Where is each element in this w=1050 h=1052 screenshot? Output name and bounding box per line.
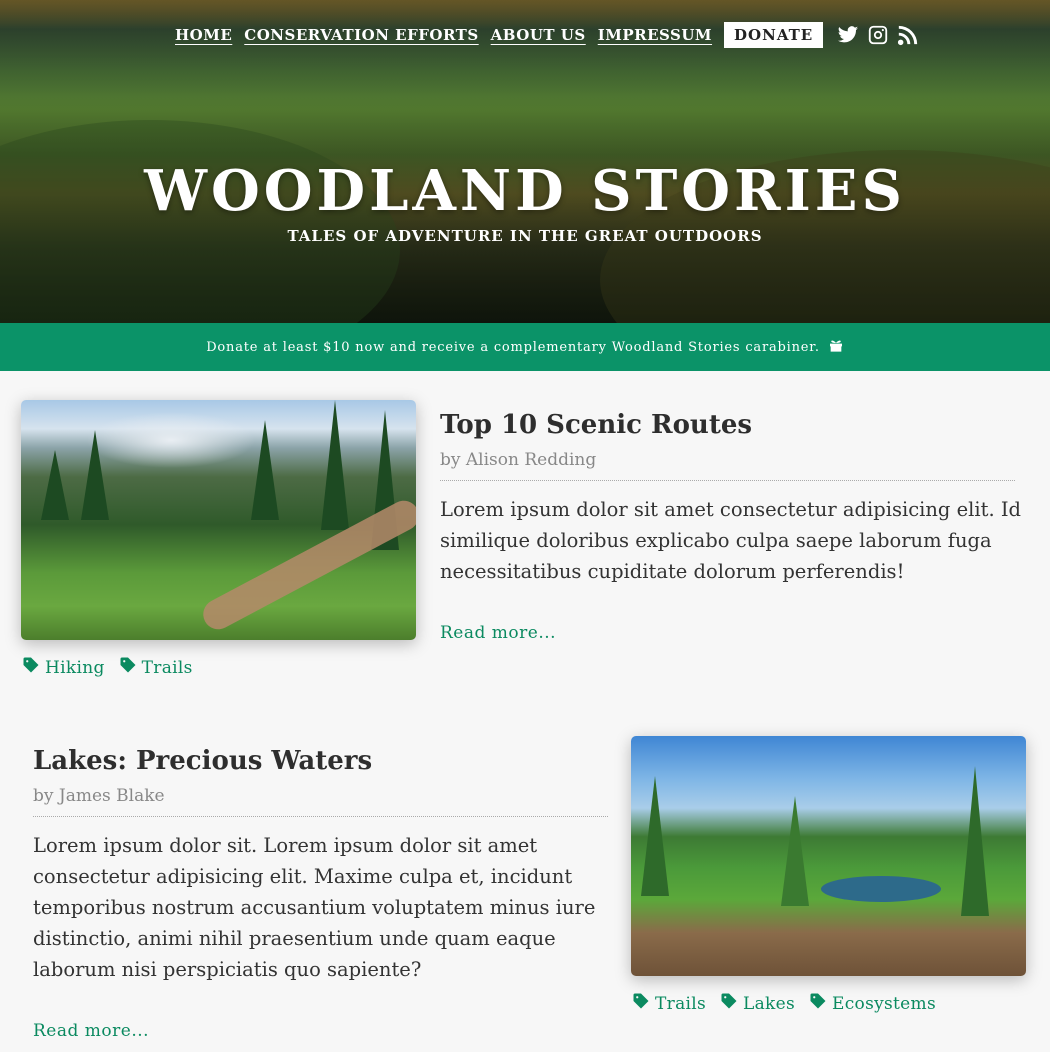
rss-icon[interactable] (897, 24, 919, 46)
instagram-icon[interactable] (867, 24, 889, 46)
article-2-image[interactable] (631, 736, 1026, 976)
tag-icon (632, 992, 655, 1015)
main-nav: HOME CONSERVATION EFFORTS ABOUT US IMPRE… (175, 22, 919, 48)
article-2-tags: Trails Lakes Ecosystems (632, 992, 950, 1015)
article-1-body: Lorem ipsum dolor sit amet consectetur a… (440, 498, 1022, 583)
article-1-tags: Hiking Trails (22, 656, 207, 679)
tag-icon (720, 992, 743, 1015)
nav-about-link[interactable]: ABOUT US (491, 26, 586, 44)
tag-label: Trails (655, 993, 706, 1014)
article-2-author: by James Blake (33, 786, 608, 817)
nav-conservation-link[interactable]: CONSERVATION EFFORTS (244, 26, 478, 44)
article-1-read-more-link[interactable]: Read more... (440, 623, 556, 643)
donate-button[interactable]: DONATE (724, 22, 824, 48)
hero-header: HOME CONSERVATION EFFORTS ABOUT US IMPRE… (0, 0, 1050, 323)
social-links (837, 24, 919, 46)
tag-lakes[interactable]: Lakes (720, 992, 795, 1015)
tag-ecosystems[interactable]: Ecosystems (809, 992, 936, 1015)
tag-label: Hiking (45, 657, 105, 678)
article-1-image[interactable] (21, 400, 416, 640)
tag-icon (22, 656, 45, 679)
article-1-title[interactable]: Top 10 Scenic Routes (440, 410, 752, 440)
tag-label: Trails (141, 657, 193, 678)
site-title: WOODLAND STORIES (144, 158, 906, 224)
tag-trails[interactable]: Trails (632, 992, 706, 1015)
article-2-read-more-link[interactable]: Read more... (33, 1021, 149, 1041)
article-2-title[interactable]: Lakes: Precious Waters (33, 746, 372, 776)
tag-label: Ecosystems (832, 993, 936, 1014)
article-2-body: Lorem ipsum dolor sit. Lorem ipsum dolor… (33, 834, 596, 981)
gift-icon (820, 337, 844, 357)
banner-text: Donate at least $10 now and receive a co… (206, 339, 820, 355)
site-subtitle: TALES OF ADVENTURE IN THE GREAT OUTDOORS (287, 227, 763, 245)
tag-trails[interactable]: Trails (119, 656, 193, 679)
tag-icon (119, 656, 142, 679)
tag-icon (809, 992, 832, 1015)
article-1-author: by Alison Redding (440, 450, 1015, 481)
tag-hiking[interactable]: Hiking (22, 656, 105, 679)
tag-label: Lakes (743, 993, 796, 1014)
twitter-icon[interactable] (837, 24, 859, 46)
donation-banner: Donate at least $10 now and receive a co… (0, 323, 1050, 371)
nav-home-link[interactable]: HOME (175, 26, 232, 44)
nav-impressum-link[interactable]: IMPRESSUM (598, 26, 712, 44)
